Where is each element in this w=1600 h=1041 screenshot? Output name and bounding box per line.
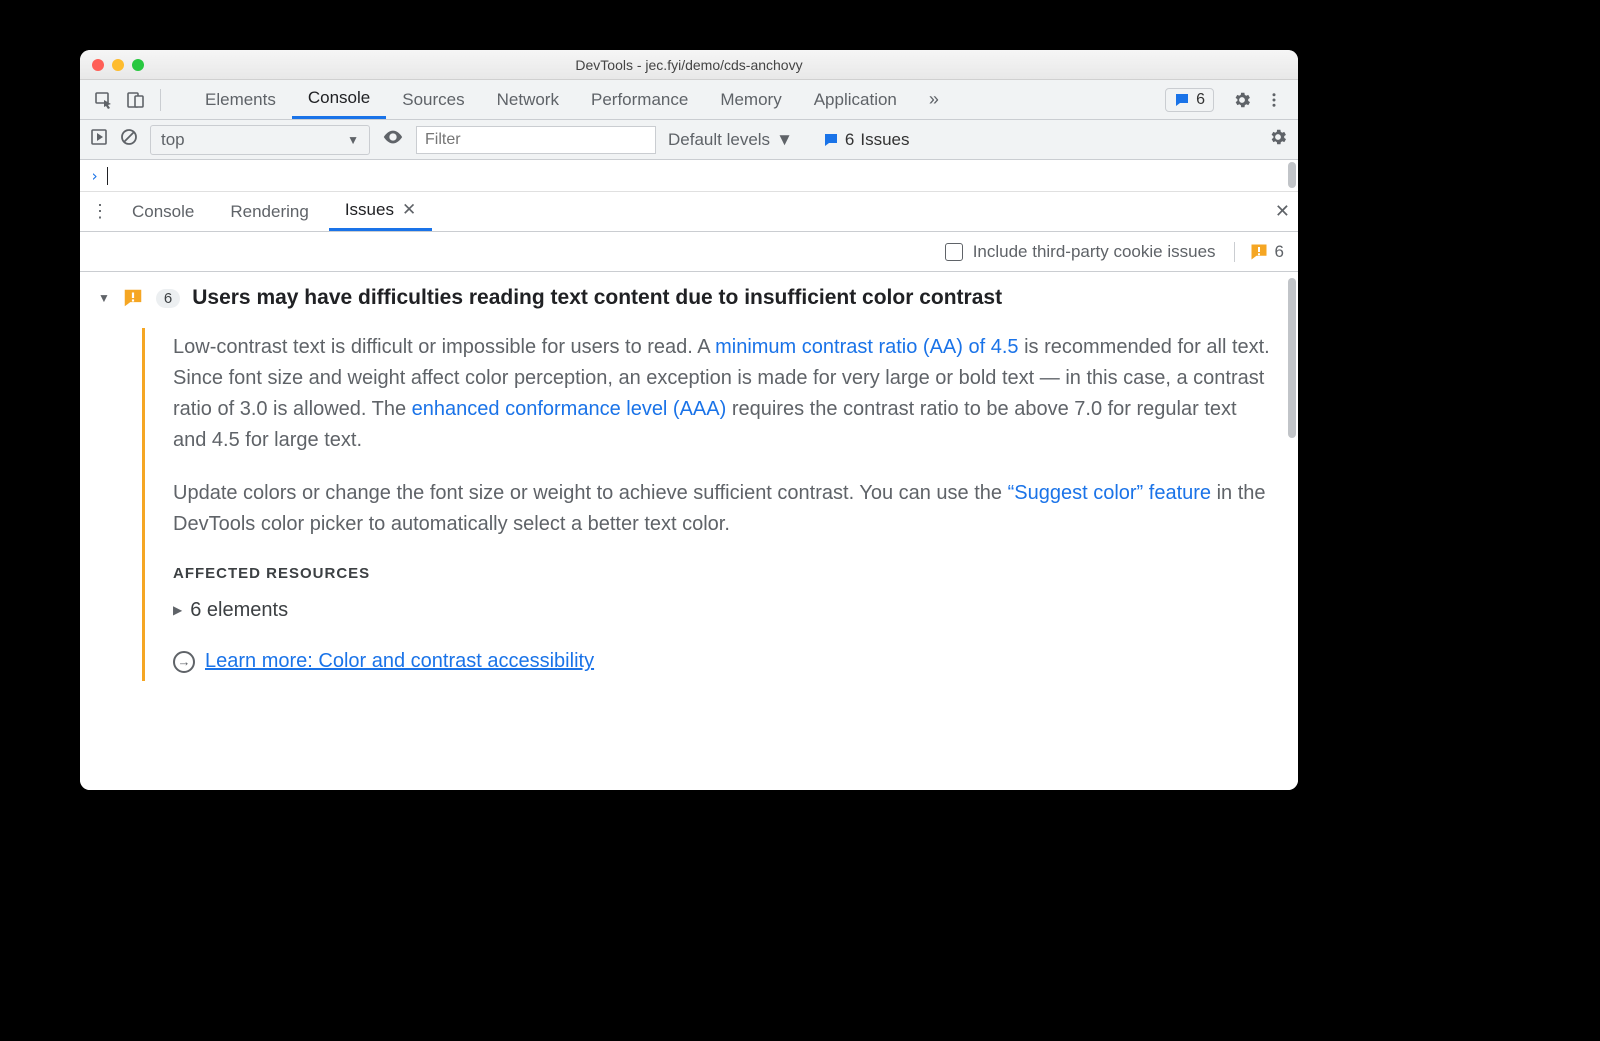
issue-item: ▼ 6 Users may have difficulties reading … xyxy=(80,272,1298,705)
warning-icon xyxy=(122,287,144,309)
context-select[interactable]: top ▼ xyxy=(150,125,370,155)
disclosure-triangle-icon: ▶ xyxy=(173,601,182,620)
link-aaa-level[interactable]: enhanced conformance level (AAA) xyxy=(412,398,727,420)
checkbox-icon xyxy=(945,243,963,261)
affected-resources-header: AFFECTED RESOURCES xyxy=(173,562,1274,585)
tab-console[interactable]: Console xyxy=(292,80,386,119)
issue-header[interactable]: ▼ 6 Users may have difficulties reading … xyxy=(98,286,1274,310)
tab-network[interactable]: Network xyxy=(481,82,575,118)
chevron-down-icon: ▼ xyxy=(347,133,359,147)
console-settings-gear-icon[interactable] xyxy=(1268,127,1288,152)
link-min-contrast[interactable]: minimum contrast ratio (AA) of 4.5 xyxy=(715,336,1018,358)
learn-more-link[interactable]: Learn more: Color and contrast accessibi… xyxy=(205,646,594,677)
text-cursor xyxy=(107,167,108,185)
console-prompt[interactable]: › xyxy=(80,160,1298,192)
learn-more-row: → Learn more: Color and contrast accessi… xyxy=(173,646,1274,677)
issues-link[interactable]: 6 Issues xyxy=(823,130,910,150)
issues-warn-count-value: 6 xyxy=(1275,242,1284,262)
tab-memory[interactable]: Memory xyxy=(704,82,797,118)
issue-title: Users may have difficulties reading text… xyxy=(192,286,1002,310)
include-third-party-checkbox[interactable]: Include third-party cookie issues xyxy=(945,242,1216,262)
tab-performance[interactable]: Performance xyxy=(575,82,704,118)
execution-play-icon[interactable] xyxy=(90,128,108,151)
drawer-tab-issues-label: Issues xyxy=(345,200,394,219)
inspect-element-icon[interactable] xyxy=(90,86,118,114)
clear-console-icon[interactable] xyxy=(120,128,138,151)
titlebar: DevTools - jec.fyi/demo/cds-anchovy xyxy=(80,50,1298,80)
affected-resources-row[interactable]: ▶ 6 elements xyxy=(173,595,1274,626)
close-tab-icon[interactable]: ✕ xyxy=(402,200,416,219)
open-issues-button[interactable]: 6 xyxy=(1165,88,1214,112)
issues-panel: ▼ 6 Users may have difficulties reading … xyxy=(80,272,1298,790)
issue-body: Low-contrast text is difficult or imposs… xyxy=(142,328,1274,681)
console-toolbar: top ▼ Default levels ▼ 6 Issues xyxy=(80,120,1298,160)
issues-warn-count: 6 xyxy=(1234,242,1284,262)
tabs-overflow-button[interactable]: » xyxy=(913,81,955,118)
tab-application[interactable]: Application xyxy=(798,82,913,118)
divider xyxy=(160,89,161,111)
live-expression-eye-icon[interactable] xyxy=(382,126,404,153)
issue-description-2: Update colors or change the font size or… xyxy=(173,478,1274,540)
log-levels-select[interactable]: Default levels ▼ xyxy=(668,130,793,150)
arrow-circle-icon: → xyxy=(173,651,195,673)
device-toolbar-icon[interactable] xyxy=(122,86,150,114)
issues-toolbar: Include third-party cookie issues 6 xyxy=(80,232,1298,272)
main-tabs: Elements Console Sources Network Perform… xyxy=(189,80,955,119)
prompt-chevron-icon: › xyxy=(90,167,99,185)
filter-input[interactable] xyxy=(416,126,656,154)
log-levels-label: Default levels xyxy=(668,130,770,150)
issues-badge-count: 6 xyxy=(1196,91,1205,109)
issue-count-badge: 6 xyxy=(156,289,180,308)
drawer-tabstrip: ⋮ Console Rendering Issues ✕ ✕ xyxy=(80,192,1298,232)
drawer-more-icon[interactable]: ⋮ xyxy=(88,201,112,222)
link-suggest-color[interactable]: “Suggest color” feature xyxy=(1008,482,1211,504)
include-third-party-label: Include third-party cookie issues xyxy=(973,242,1216,262)
tab-elements[interactable]: Elements xyxy=(189,82,292,118)
window-title: DevTools - jec.fyi/demo/cds-anchovy xyxy=(80,57,1298,73)
tab-sources[interactable]: Sources xyxy=(386,82,480,118)
context-value: top xyxy=(161,130,185,150)
disclosure-triangle-icon[interactable]: ▼ xyxy=(98,291,110,305)
close-drawer-icon[interactable]: ✕ xyxy=(1275,201,1290,222)
drawer-tab-issues[interactable]: Issues ✕ xyxy=(329,192,432,231)
affected-resources-label: 6 elements xyxy=(190,595,288,626)
scrollbar-thumb[interactable] xyxy=(1288,162,1296,188)
main-tabstrip: Elements Console Sources Network Perform… xyxy=(80,80,1298,120)
drawer-tab-console[interactable]: Console xyxy=(116,194,210,230)
issues-link-count: 6 xyxy=(845,130,854,150)
chevron-down-icon: ▼ xyxy=(776,130,793,150)
devtools-window: DevTools - jec.fyi/demo/cds-anchovy Elem… xyxy=(80,50,1298,790)
issues-link-label: Issues xyxy=(860,130,909,150)
scrollbar-thumb[interactable] xyxy=(1288,278,1296,438)
settings-gear-icon[interactable] xyxy=(1228,86,1256,114)
issue-description-1: Low-contrast text is difficult or imposs… xyxy=(173,332,1274,456)
drawer-tab-rendering[interactable]: Rendering xyxy=(214,194,324,230)
more-menu-icon[interactable] xyxy=(1260,86,1288,114)
